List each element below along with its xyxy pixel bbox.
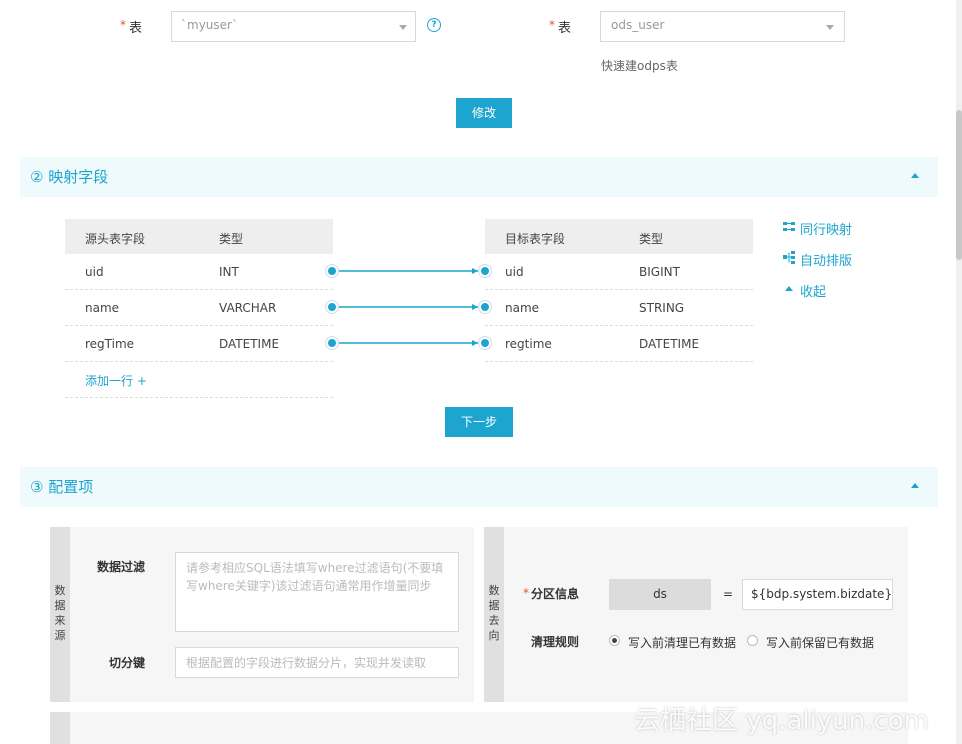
partition-label: 分区信息 xyxy=(531,587,580,601)
additional-side-label xyxy=(50,712,70,744)
scrollbar-thumb[interactable] xyxy=(956,110,962,260)
chevron-down-icon xyxy=(399,25,407,30)
triangle-up-icon xyxy=(785,286,793,291)
source-field: regTime xyxy=(85,337,135,351)
config-section-title: ③ 配置项 xyxy=(30,478,94,496)
source-table-value: `myuser` xyxy=(181,18,238,32)
keep-before-write-label: 写入前保留已有数据 xyxy=(766,636,875,650)
table-row: regTime DATETIME xyxy=(65,326,333,362)
target-config-panel: 数据去向 * 分区信息 ds = ${bdp.system.bizdate} 清… xyxy=(484,527,908,702)
source-anchor-dot[interactable] xyxy=(326,337,338,349)
arrow-icon xyxy=(472,340,478,346)
target-table-select[interactable]: ods_user xyxy=(600,11,845,42)
source-table-select[interactable]: `myuser` xyxy=(171,11,416,42)
source-type-header: 类型 xyxy=(219,232,244,246)
collapse-label: 收起 xyxy=(800,285,827,300)
clean-before-write-option[interactable]: 写入前清理已有数据 xyxy=(609,634,739,650)
split-key-label: 切分键 xyxy=(109,656,146,670)
collapse-icon[interactable] xyxy=(911,483,919,488)
table-row: regtime DATETIME xyxy=(485,326,753,362)
target-type-header: 类型 xyxy=(639,232,664,246)
collapse-icon[interactable] xyxy=(911,173,919,178)
target-field: name xyxy=(505,301,540,315)
target-table-header: 目标表字段 类型 xyxy=(485,219,753,254)
split-key-placeholder: 根据配置的字段进行数据分片，实现并发读取 xyxy=(186,656,427,670)
help-icon[interactable]: ? xyxy=(427,18,441,32)
target-field-header: 目标表字段 xyxy=(505,232,566,246)
target-table-label: 表 xyxy=(558,21,572,36)
target-type: DATETIME xyxy=(639,337,700,351)
next-step-button[interactable]: 下一步 xyxy=(445,407,513,437)
source-anchor-dot[interactable] xyxy=(326,265,338,277)
auto-layout-icon xyxy=(783,251,795,264)
source-side-label: 数据来源 xyxy=(50,527,70,702)
auto-layout-label: 自动排版 xyxy=(800,254,853,269)
required-mark: * xyxy=(120,18,126,32)
target-field: regtime xyxy=(505,337,552,351)
table-row: uid INT xyxy=(65,254,333,290)
keep-before-write-option[interactable]: 写入前保留已有数据 xyxy=(747,634,887,650)
source-side-text: 数据来源 xyxy=(54,584,66,642)
same-row-mapping-label: 同行映射 xyxy=(800,223,853,238)
target-table-value: ods_user xyxy=(611,18,665,32)
arrow-icon xyxy=(472,304,478,310)
source-type: DATETIME xyxy=(219,337,280,351)
filter-textarea[interactable]: 请参考相应SQL语法填写where过滤语句(不要填写where关键字)该过滤语句… xyxy=(175,552,459,632)
quick-create-odps-link[interactable]: 快速建odps表 xyxy=(601,57,678,74)
source-type: INT xyxy=(219,265,239,279)
target-side-label: 数据去向 xyxy=(484,527,504,702)
watermark: 云栖社区 yq.aliyun.com xyxy=(634,706,929,736)
table-row: uid BIGINT xyxy=(485,254,753,290)
equals-sign: = xyxy=(723,587,734,601)
source-table-header: 源头表字段 类型 xyxy=(65,219,333,254)
target-side-text: 数据去向 xyxy=(488,584,500,642)
radio-selected-icon[interactable] xyxy=(609,635,620,646)
add-row-container: 添加一行 + xyxy=(65,362,333,398)
source-config-panel: 数据来源 数据过滤 请参考相应SQL语法填写where过滤语句(不要填写wher… xyxy=(50,527,474,702)
mapping-lines xyxy=(332,268,482,346)
source-table-label: 表 xyxy=(129,21,143,36)
config-section-header[interactable]: ③ 配置项 xyxy=(20,467,938,507)
source-field: uid xyxy=(85,265,104,279)
mapping-section-header[interactable]: ② 映射字段 xyxy=(20,157,938,197)
scrollbar-track[interactable] xyxy=(956,0,962,744)
required-mark: * xyxy=(523,586,529,600)
required-mark: * xyxy=(549,18,555,32)
partition-value-input[interactable]: ${bdp.system.bizdate} xyxy=(742,579,893,610)
target-type: BIGINT xyxy=(639,265,680,279)
source-field-header: 源头表字段 xyxy=(85,232,146,246)
modify-button[interactable]: 修改 xyxy=(456,98,512,128)
source-type: VARCHAR xyxy=(219,301,277,315)
chevron-down-icon xyxy=(826,25,834,30)
table-row: name VARCHAR xyxy=(65,290,333,326)
partition-key-field: ds xyxy=(609,579,711,610)
filter-label: 数据过滤 xyxy=(97,560,146,574)
target-field: uid xyxy=(505,265,524,279)
add-row-link[interactable]: 添加一行 + xyxy=(85,372,147,389)
clean-rule-label: 清理规则 xyxy=(531,635,580,649)
source-field: name xyxy=(85,301,120,315)
same-row-mapping-icon xyxy=(783,222,795,231)
split-key-input[interactable]: 根据配置的字段进行数据分片，实现并发读取 xyxy=(175,647,459,678)
mapping-section-title: ② 映射字段 xyxy=(30,168,109,186)
arrow-icon xyxy=(472,268,478,274)
source-anchor-dot[interactable] xyxy=(326,301,338,313)
filter-placeholder: 请参考相应SQL语法填写where过滤语句(不要填写where关键字)该过滤语句… xyxy=(186,561,444,593)
radio-unselected-icon[interactable] xyxy=(747,635,758,646)
target-type: STRING xyxy=(639,301,685,315)
table-row: name STRING xyxy=(485,290,753,326)
clean-before-write-label: 写入前清理已有数据 xyxy=(628,636,737,650)
